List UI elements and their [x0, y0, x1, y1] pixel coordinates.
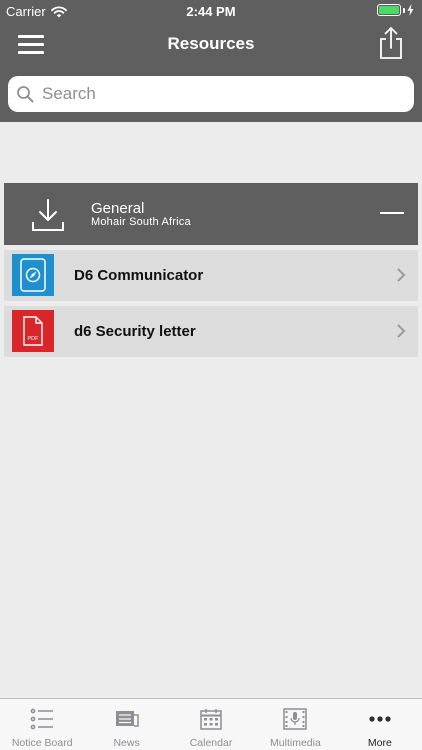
charging-bolt-icon [407, 4, 414, 16]
section-subtitle: Mohair South Africa [91, 216, 191, 228]
list-item-d6-security-letter[interactable]: PDF d6 Security letter [4, 306, 418, 357]
list-icon [30, 708, 54, 730]
tab-label: Multimedia [270, 737, 321, 749]
search-bar[interactable] [8, 76, 414, 112]
section-title: General [91, 200, 145, 217]
tab-more[interactable]: More [338, 699, 422, 750]
search-icon [17, 86, 34, 103]
tab-label: More [367, 737, 392, 749]
battery-icon [377, 4, 414, 16]
pdf-document-icon: PDF [12, 310, 54, 352]
collapse-icon[interactable] [380, 212, 404, 214]
tab-bar: Notice Board News Calendar Multimedia Mo… [0, 698, 422, 750]
status-bar: Carrier 2:44 PM [0, 0, 422, 22]
page-title: Resources [167, 34, 255, 53]
section-header-general[interactable]: General Mohair South Africa [4, 183, 418, 245]
list-item-label: d6 Security letter [74, 323, 196, 340]
status-time: 2:44 PM [186, 4, 236, 19]
download-icon [32, 199, 64, 231]
nav-bar: Resources [0, 22, 422, 66]
multimedia-icon [283, 708, 308, 730]
tab-news[interactable]: News [84, 699, 168, 750]
compass-app-icon [12, 254, 54, 296]
share-button[interactable] [378, 26, 404, 60]
list-item-label: D6 Communicator [74, 267, 204, 284]
chevron-right-icon [397, 268, 406, 282]
tab-label: Notice Board [11, 737, 73, 749]
tab-label: Calendar [189, 737, 233, 749]
chevron-right-icon [397, 324, 406, 338]
tab-multimedia[interactable]: Multimedia [253, 699, 337, 750]
list-item-d6-communicator[interactable]: D6 Communicator [4, 250, 418, 301]
more-icon [369, 716, 391, 722]
tab-notice-board[interactable]: Notice Board [0, 699, 84, 750]
news-icon [115, 711, 139, 727]
tab-calendar[interactable]: Calendar [169, 699, 253, 750]
search-input[interactable] [42, 84, 402, 104]
calendar-icon [200, 709, 222, 730]
header: Carrier 2:44 PM Resources [0, 0, 422, 122]
pdf-badge: PDF [28, 336, 40, 342]
tab-label: News [113, 737, 140, 749]
